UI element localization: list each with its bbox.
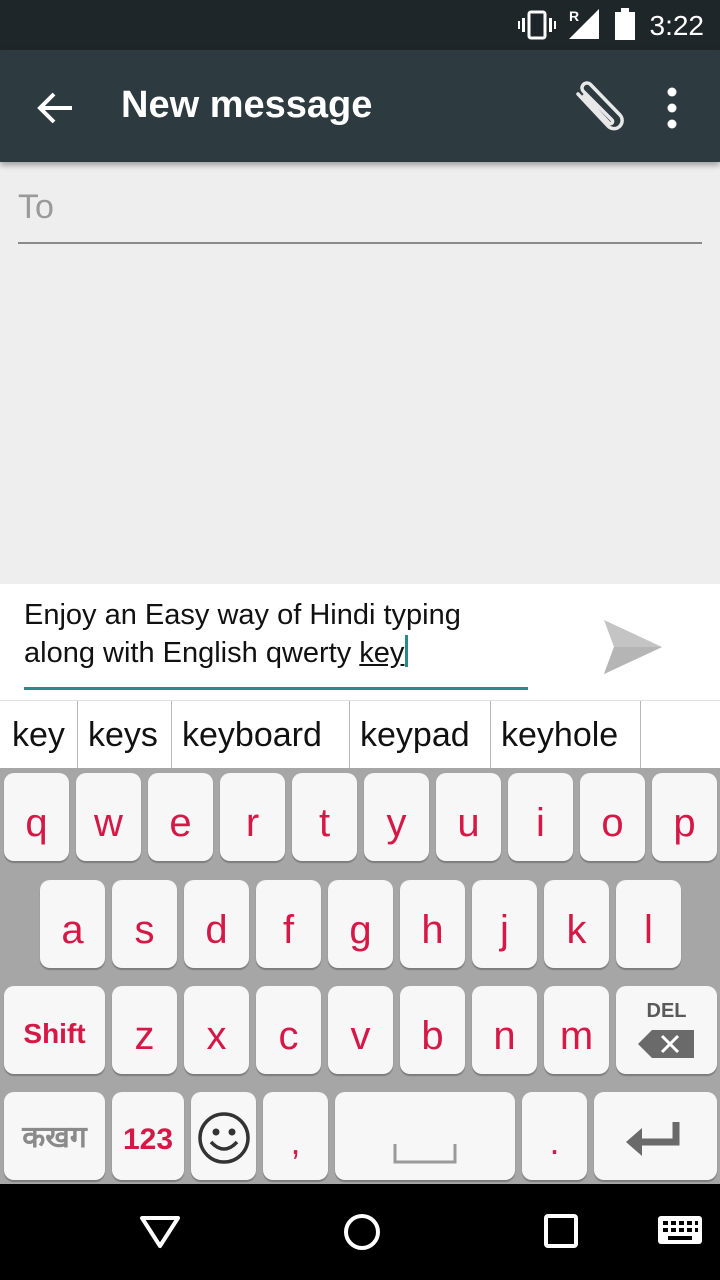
numbers-key[interactable]: 123 <box>112 1092 184 1180</box>
key-h[interactable]: h <box>400 880 465 968</box>
key-t[interactable]: t <box>292 773 357 861</box>
key-k[interactable]: k <box>544 880 609 968</box>
recents-square-icon[interactable] <box>540 1208 584 1252</box>
suggestion-item[interactable]: keyhole <box>491 701 641 769</box>
key-x[interactable]: x <box>184 986 249 1074</box>
key-m[interactable]: m <box>544 986 609 1074</box>
suggestion-item[interactable]: keys <box>78 701 172 769</box>
status-time: 3:22 <box>649 10 705 41</box>
enter-icon <box>626 1122 680 1156</box>
status-bar: R 3:22 <box>0 0 720 50</box>
key-n[interactable]: n <box>472 986 537 1074</box>
message-input-underline <box>24 687 528 690</box>
key-r[interactable]: r <box>220 773 285 861</box>
key-o[interactable]: o <box>580 773 645 861</box>
page-title: New message <box>121 84 373 126</box>
key-g[interactable]: g <box>328 880 393 968</box>
emoji-key[interactable] <box>191 1092 256 1180</box>
key-l[interactable]: l <box>616 880 681 968</box>
key-e[interactable]: e <box>148 773 213 861</box>
navigation-bar <box>0 1184 720 1280</box>
key-u[interactable]: u <box>436 773 501 861</box>
suggestion-item[interactable]: key <box>0 701 78 769</box>
home-circle-icon[interactable] <box>340 1208 384 1252</box>
key-z[interactable]: z <box>112 986 177 1074</box>
recipient-placeholder: To <box>18 188 54 226</box>
key-y[interactable]: y <box>364 773 429 861</box>
comma-key[interactable]: , <box>263 1092 328 1180</box>
space-key[interactable] <box>335 1092 515 1180</box>
key-p[interactable]: p <box>652 773 717 861</box>
key-d[interactable]: d <box>184 880 249 968</box>
key-b[interactable]: b <box>400 986 465 1074</box>
delete-label: DEL <box>646 1000 687 1022</box>
message-line-2: along with English qwerty <box>24 637 360 669</box>
backspace-icon <box>638 1030 694 1058</box>
delete-key[interactable]: DEL <box>616 986 717 1074</box>
battery-icon <box>615 8 635 40</box>
text-caret <box>405 635 409 667</box>
key-a[interactable]: a <box>40 880 105 968</box>
suggestion-item[interactable]: keypad <box>350 701 491 769</box>
key-c[interactable]: c <box>256 986 321 1074</box>
signal-roaming-icon <box>569 9 599 39</box>
app-bar: New message <box>0 50 720 162</box>
back-arrow-icon[interactable] <box>30 84 78 132</box>
key-j[interactable]: j <box>472 880 537 968</box>
key-q[interactable]: q <box>4 773 69 861</box>
current-word: key <box>359 637 405 669</box>
key-s[interactable]: s <box>112 880 177 968</box>
paperclip-icon[interactable] <box>568 80 632 136</box>
hindi-layout-key[interactable]: कखग <box>4 1092 105 1180</box>
recipient-field[interactable]: To <box>18 182 702 244</box>
shift-key[interactable]: Shift <box>4 986 105 1074</box>
soft-keyboard: q w e r t y u i o p a s d f g h j k l Sh… <box>0 768 720 1184</box>
key-f[interactable]: f <box>256 880 321 968</box>
enter-key[interactable] <box>594 1092 717 1180</box>
vibrate-icon <box>518 10 556 40</box>
key-v[interactable]: v <box>328 986 393 1074</box>
suggestion-bar: key keys keyboard keypad keyhole <box>0 700 720 769</box>
key-i[interactable]: i <box>508 773 573 861</box>
space-bar-icon <box>393 1144 457 1164</box>
suggestion-item[interactable]: keyboard <box>172 701 350 769</box>
message-line-1: Enjoy an Easy way of Hindi typing <box>24 599 461 631</box>
key-w[interactable]: w <box>76 773 141 861</box>
emoji-icon <box>198 1112 250 1164</box>
keyboard-switch-icon[interactable] <box>656 1214 704 1248</box>
send-icon[interactable] <box>600 614 666 680</box>
back-triangle-icon[interactable] <box>138 1208 182 1252</box>
overflow-menu-icon[interactable] <box>656 86 688 130</box>
period-key[interactable]: . <box>522 1092 587 1180</box>
message-input[interactable]: Enjoy an Easy way of Hindi typing along … <box>24 596 544 672</box>
